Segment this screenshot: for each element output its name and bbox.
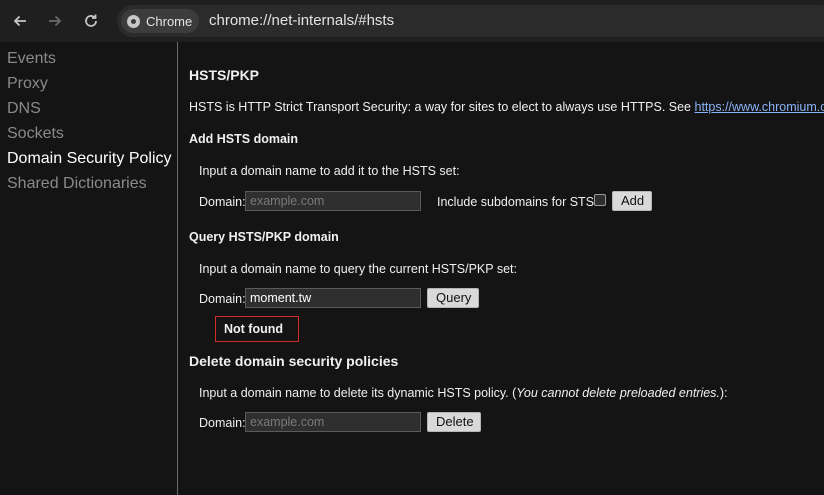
chrome-logo-icon <box>127 14 140 28</box>
sidebar-item-sockets[interactable]: Sockets <box>0 121 177 146</box>
delete-domain-input[interactable] <box>245 412 421 432</box>
browser-toolbar: Chrome chrome://net-internals/#hsts <box>0 0 824 42</box>
intro-text: HSTS is HTTP Strict Transport Security: … <box>189 100 824 114</box>
query-instruction: Input a domain name to query the current… <box>199 262 517 276</box>
sidebar: Events Proxy DNS Sockets Domain Security… <box>0 42 178 495</box>
delete-instruction-note: You cannot delete preloaded entries. <box>516 386 720 400</box>
include-subdomains-label: Include subdomains for STS: <box>437 195 598 209</box>
url-text[interactable]: chrome://net-internals/#hsts <box>209 12 394 29</box>
query-button[interactable]: Query <box>427 288 479 308</box>
arrow-left-icon <box>13 15 26 27</box>
address-bar[interactable]: Chrome chrome://net-internals/#hsts <box>117 5 824 37</box>
delete-instruction: Input a domain name to delete its dynami… <box>199 386 728 400</box>
add-domain-input[interactable] <box>245 191 421 211</box>
reload-button[interactable] <box>77 7 105 35</box>
main-content: HSTS/PKP HSTS is HTTP Strict Transport S… <box>189 42 824 495</box>
reload-icon <box>85 14 97 27</box>
sidebar-item-proxy[interactable]: Proxy <box>0 71 177 96</box>
add-button[interactable]: Add <box>612 191 652 211</box>
add-domain-label: Domain: <box>199 195 246 209</box>
delete-domain-label: Domain: <box>199 416 246 430</box>
chip-label: Chrome <box>146 13 193 29</box>
query-domain-input[interactable] <box>245 288 421 308</box>
hsts-link[interactable]: https://www.chromium.org/hsts <box>695 100 824 114</box>
delete-instruction-end: ): <box>719 386 728 400</box>
forward-button[interactable] <box>41 7 69 35</box>
query-domain-label: Domain: <box>199 292 246 306</box>
query-result-status: Not found <box>215 316 299 342</box>
delete-instruction-start: Input a domain name to delete its dynami… <box>199 386 517 400</box>
sidebar-item-shared-dictionaries[interactable]: Shared Dictionaries <box>0 171 177 196</box>
site-info-chip[interactable]: Chrome <box>121 9 199 33</box>
sidebar-item-events[interactable]: Events <box>0 46 177 71</box>
include-subdomains-checkbox[interactable] <box>594 194 606 206</box>
add-section-heading: Add HSTS domain <box>189 132 299 146</box>
query-section-heading: Query HSTS/PKP domain <box>189 230 339 244</box>
sidebar-item-dns[interactable]: DNS <box>0 96 177 121</box>
back-button[interactable] <box>6 7 34 35</box>
page-title: HSTS/PKP <box>189 67 260 83</box>
delete-section-heading: Delete domain security policies <box>189 353 399 369</box>
add-instruction: Input a domain name to add it to the HST… <box>199 164 460 178</box>
intro-body: HSTS is HTTP Strict Transport Security: … <box>189 100 692 114</box>
arrow-right-icon <box>49 15 62 27</box>
sidebar-item-domain-security-policy[interactable]: Domain Security Policy <box>0 146 177 171</box>
delete-button[interactable]: Delete <box>427 412 481 432</box>
